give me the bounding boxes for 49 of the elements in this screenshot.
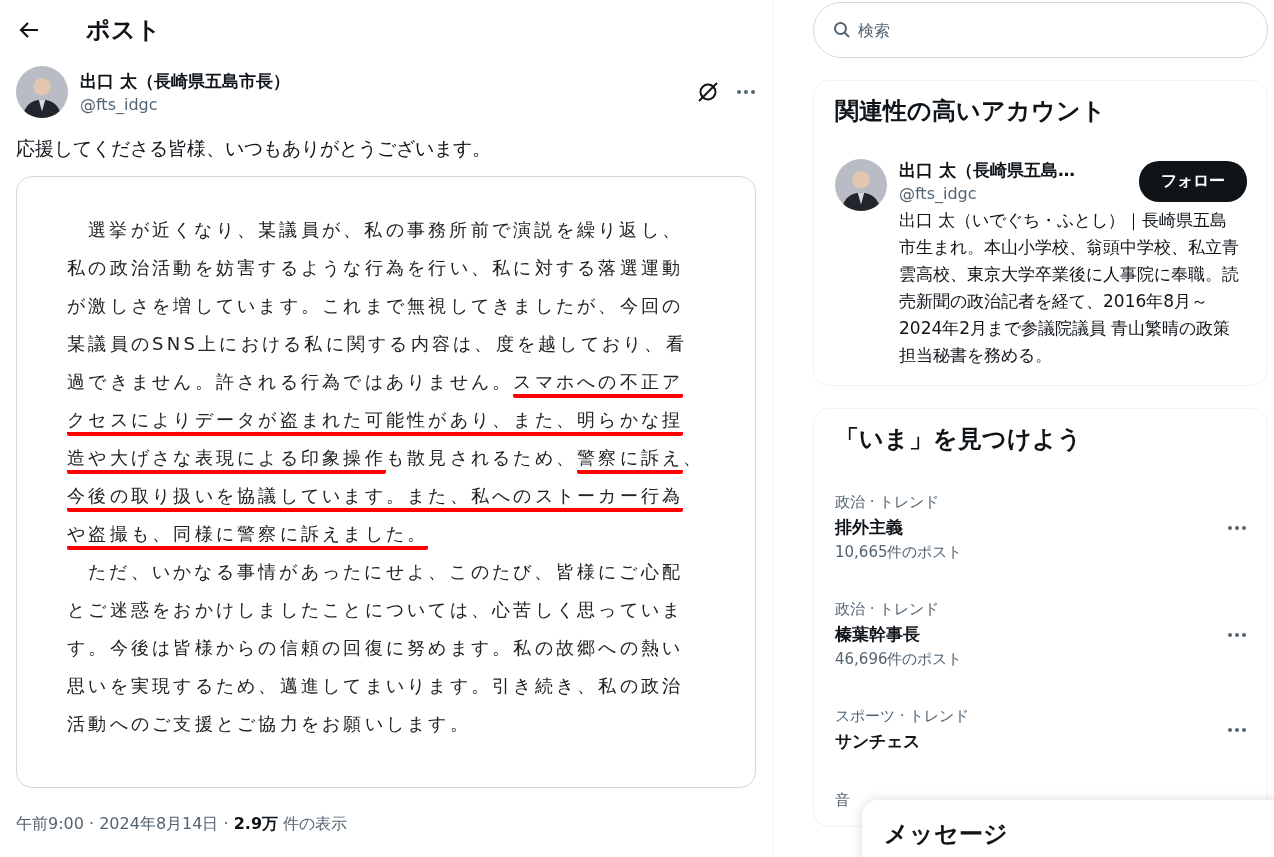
slashed-circle-button[interactable] <box>696 80 720 104</box>
document-line: ただ、いかなる事情があったにせよ、このたび、皆様にご心配 <box>87 560 684 584</box>
avatar <box>835 159 887 211</box>
trend-topic[interactable]: サンチェス <box>835 730 970 753</box>
more-icon <box>736 89 756 95</box>
search-icon <box>833 21 851 39</box>
document-line: 某議員のSNS上における私に関する内容は、度を越しており、看 <box>67 332 688 356</box>
document-line: 思いを実現するため、邁進してまいります。引き続き、私の政治 <box>67 674 685 698</box>
document-line: とご迷惑をおかけしましたことについては、心苦しく思っていま <box>67 598 685 622</box>
trend-post-count: 46,696件のポスト <box>835 650 963 669</box>
slashed-circle-icon <box>696 80 720 104</box>
post-meta: 午前9:00 · 2024年8月14日 · 2.9万 件の表示 <box>16 814 349 835</box>
document-line: や盗撮も、同様に警察に訴えました。 <box>67 515 735 553</box>
author-handle[interactable]: @fts_idgc <box>80 95 684 114</box>
trend-category: 政治 · トレンド <box>835 600 941 619</box>
author-name[interactable]: 出口 太（長崎県五島市長） <box>80 70 684 93</box>
post-text: 応援してくださる皆様、いつもありがとうございます。 <box>16 136 492 161</box>
account-name[interactable]: 出口 太（長崎県五島… <box>899 159 1139 182</box>
document-line: 私の政治活動を妨害するような行為を行い、私に対する落選運動 <box>67 256 685 280</box>
back-button[interactable] <box>18 21 40 39</box>
trend-topic[interactable]: 榛葉幹事長 <box>835 623 963 646</box>
document-line: 過できません。許される行為ではありません。スマホへの不正ア <box>67 363 735 401</box>
search-field[interactable]: 検索 <box>813 2 1268 58</box>
account-bio: 出口 太（いでぐち・ふとし）｜長崎県五島市生まれ。本山小学校、翁頭中学校、私立青雲高校、東京大学卒業後に人事院に奉職。読売新聞の政治記者を経て、2016年8月～2024年2月まで参議院議員 青山繁晴の政策担当秘書を務める。 <box>899 209 1239 367</box>
trend-category: 政治 · トレンド <box>835 493 941 512</box>
document-line: 今後の取り扱いを協議しています。また、私へのストーカー行為 <box>67 477 735 515</box>
messages-drawer[interactable]: メッセージ <box>862 800 1274 857</box>
account-handle[interactable]: @fts_idgc <box>899 184 1139 203</box>
trend-category: スポーツ · トレンド <box>835 707 970 726</box>
document-line: 造や大げさな表現による印象操作 も散見されるため、警察に訴え、 <box>67 439 735 477</box>
trend-category: 音 <box>835 791 850 810</box>
trend-post-count: 10,665件のポスト <box>835 543 963 562</box>
follow-button[interactable]: フォロー <box>1139 160 1247 202</box>
page-title: ポスト <box>86 15 161 46</box>
more-icon <box>1227 727 1247 733</box>
document-line: 活動へのご支援とご協力をお願いします。 <box>67 712 472 736</box>
document-line: す。今後は皆様からの信頼の回復に努めます。私の故郷への熱い <box>67 636 685 660</box>
document-line: クセスによりデータが盗まれた可能性があり、また、明らかな捏 <box>67 401 735 439</box>
more-button[interactable] <box>736 89 756 95</box>
document-line: が激しさを増しています。これまで無視してきましたが、今回の <box>67 294 685 318</box>
card-title: 「いま」を見つけよう <box>835 424 1083 455</box>
card-title: 関連性の高いアカウント <box>835 96 1107 127</box>
trend-topic[interactable]: 排外主義 <box>835 516 963 539</box>
more-icon <box>1227 631 1247 638</box>
document-line: 選挙が近くなり、某議員が、私の事務所前で演説を繰り返し、 <box>87 218 684 242</box>
back-arrow-icon <box>18 21 40 39</box>
avatar <box>16 66 68 118</box>
more-icon <box>1227 524 1247 531</box>
drawer-title: メッセージ <box>884 820 1008 848</box>
